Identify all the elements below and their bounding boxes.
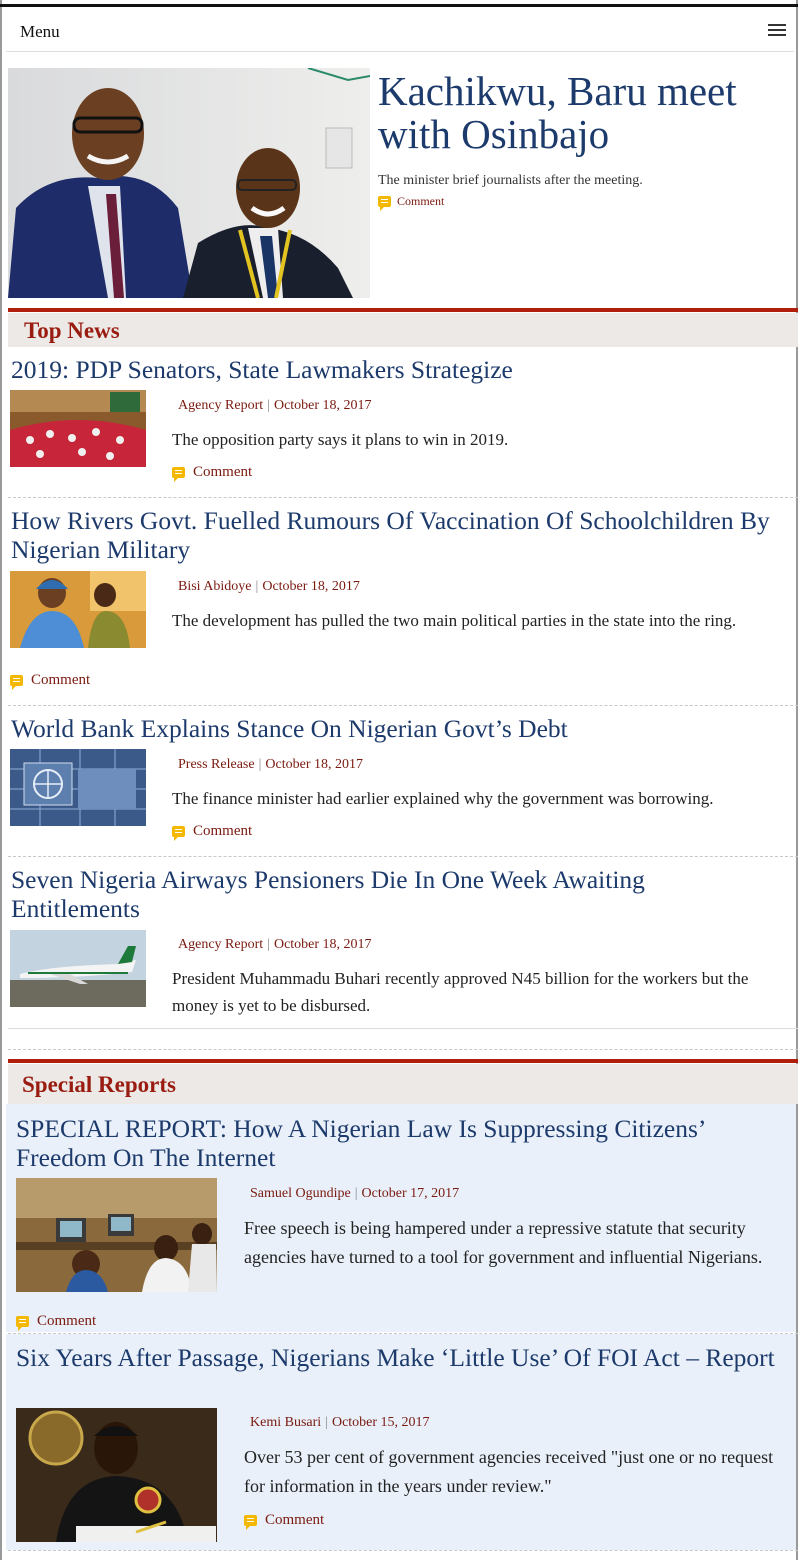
comment-icon <box>378 196 391 211</box>
article-thumbnail[interactable] <box>16 1408 217 1542</box>
article-date: October 15, 2017 <box>331 1415 430 1430</box>
article-description: Free speech is being hampered under a re… <box>244 1218 763 1267</box>
hero-comment-link[interactable]: Comment <box>378 194 445 211</box>
top-rule <box>0 4 798 7</box>
article-author[interactable]: Agency Report <box>178 937 263 952</box>
comment-icon <box>244 1515 257 1530</box>
article-title[interactable]: SPECIAL REPORT: How A Nigerian Law Is Su… <box>16 1114 786 1172</box>
hero-headline[interactable]: Kachikwu, Baru meet with Osinbajo <box>378 70 794 156</box>
article-title[interactable]: Six Years After Passage, Nigerians Make … <box>16 1343 776 1372</box>
article-thumbnail[interactable] <box>10 390 146 467</box>
hero-image[interactable] <box>8 68 370 298</box>
article-title[interactable]: Seven Nigeria Airways Pensioners Die In … <box>11 865 771 923</box>
article-thumbnail[interactable] <box>16 1178 217 1292</box>
article-meta: Agency Report | October 18, 2017 <box>178 937 372 952</box>
comment-label: Comment <box>193 464 253 480</box>
article-date: October 17, 2017 <box>361 1186 460 1201</box>
article-description: The development has pulled the two main … <box>172 611 737 630</box>
article-comment-link[interactable]: Comment <box>10 672 91 690</box>
article-divider <box>8 1028 798 1029</box>
article-thumbnail[interactable] <box>10 749 146 826</box>
article-meta: Agency Report | October 18, 2017 <box>178 398 372 413</box>
article-description: President Muhammadu Buhari recently appr… <box>172 969 749 1015</box>
article-description: The finance minister had earlier explain… <box>172 789 714 808</box>
article-author[interactable]: Bisi Abidoye <box>178 579 252 594</box>
article-title[interactable]: 2019: PDP Senators, State Lawmakers Stra… <box>11 355 791 384</box>
special-reports-header: Special Reports <box>8 1064 798 1104</box>
article-divider <box>8 856 798 857</box>
comment-label: Comment <box>193 823 253 839</box>
article-thumbnail[interactable] <box>10 571 146 648</box>
article-meta: Bisi Abidoye | October 18, 2017 <box>178 579 360 594</box>
article-comment-link[interactable]: Comment <box>16 1313 97 1331</box>
hamburger-icon[interactable] <box>768 24 786 38</box>
article-divider <box>8 1550 798 1551</box>
article-description: The opposition party says it plans to wi… <box>172 430 509 449</box>
article-author[interactable]: Agency Report <box>178 398 263 413</box>
comment-icon <box>10 675 23 690</box>
article-divider <box>8 497 798 498</box>
article-author[interactable]: Kemi Busari <box>250 1415 321 1430</box>
article-date: October 18, 2017 <box>273 937 372 952</box>
article-date: October 18, 2017 <box>265 757 363 772</box>
top-news-accent-bar <box>8 308 798 312</box>
article-comment-link[interactable]: Comment <box>172 464 253 482</box>
article-author[interactable]: Press Release <box>178 757 255 772</box>
article-date: October 18, 2017 <box>273 398 372 413</box>
hero-subtitle: The minister brief journalists after the… <box>378 173 643 188</box>
comment-icon <box>172 467 185 482</box>
article-divider <box>8 705 798 706</box>
article-comment-link[interactable]: Comment <box>172 823 253 841</box>
article-thumbnail[interactable] <box>10 930 146 1007</box>
comment-icon <box>172 826 185 841</box>
article-description: Over 53 per cent of government agencies … <box>244 1443 796 1501</box>
comment-icon <box>16 1316 29 1331</box>
special-reports-accent-bar <box>8 1059 798 1063</box>
article-meta: Samuel Ogundipe | October 17, 2017 <box>250 1186 460 1201</box>
comment-label: Comment <box>265 1512 325 1528</box>
comment-label: Comment <box>31 672 91 688</box>
article-author[interactable]: Samuel Ogundipe <box>250 1186 351 1201</box>
section-divider <box>8 1049 798 1050</box>
article-title[interactable]: World Bank Explains Stance On Nigerian G… <box>11 714 791 743</box>
menu-bar: Menu <box>6 10 794 52</box>
article-description-text: Over 53 per cent of government agencies … <box>244 1447 774 1496</box>
section-title-top-news: Top News <box>24 318 120 343</box>
top-news-header: Top News <box>8 313 798 347</box>
article-meta: Press Release | October 18, 2017 <box>178 757 363 772</box>
section-title-special-reports: Special Reports <box>22 1072 176 1097</box>
article-meta: Kemi Busari | October 15, 2017 <box>250 1415 430 1430</box>
comment-label: Comment <box>397 194 445 208</box>
menu-label[interactable]: Menu <box>20 22 60 42</box>
comment-label: Comment <box>37 1313 97 1329</box>
article-title[interactable]: How Rivers Govt. Fuelled Rumours Of Vacc… <box>11 506 771 564</box>
article-date: October 18, 2017 <box>262 579 360 594</box>
article-comment-link[interactable]: Comment <box>244 1512 325 1530</box>
